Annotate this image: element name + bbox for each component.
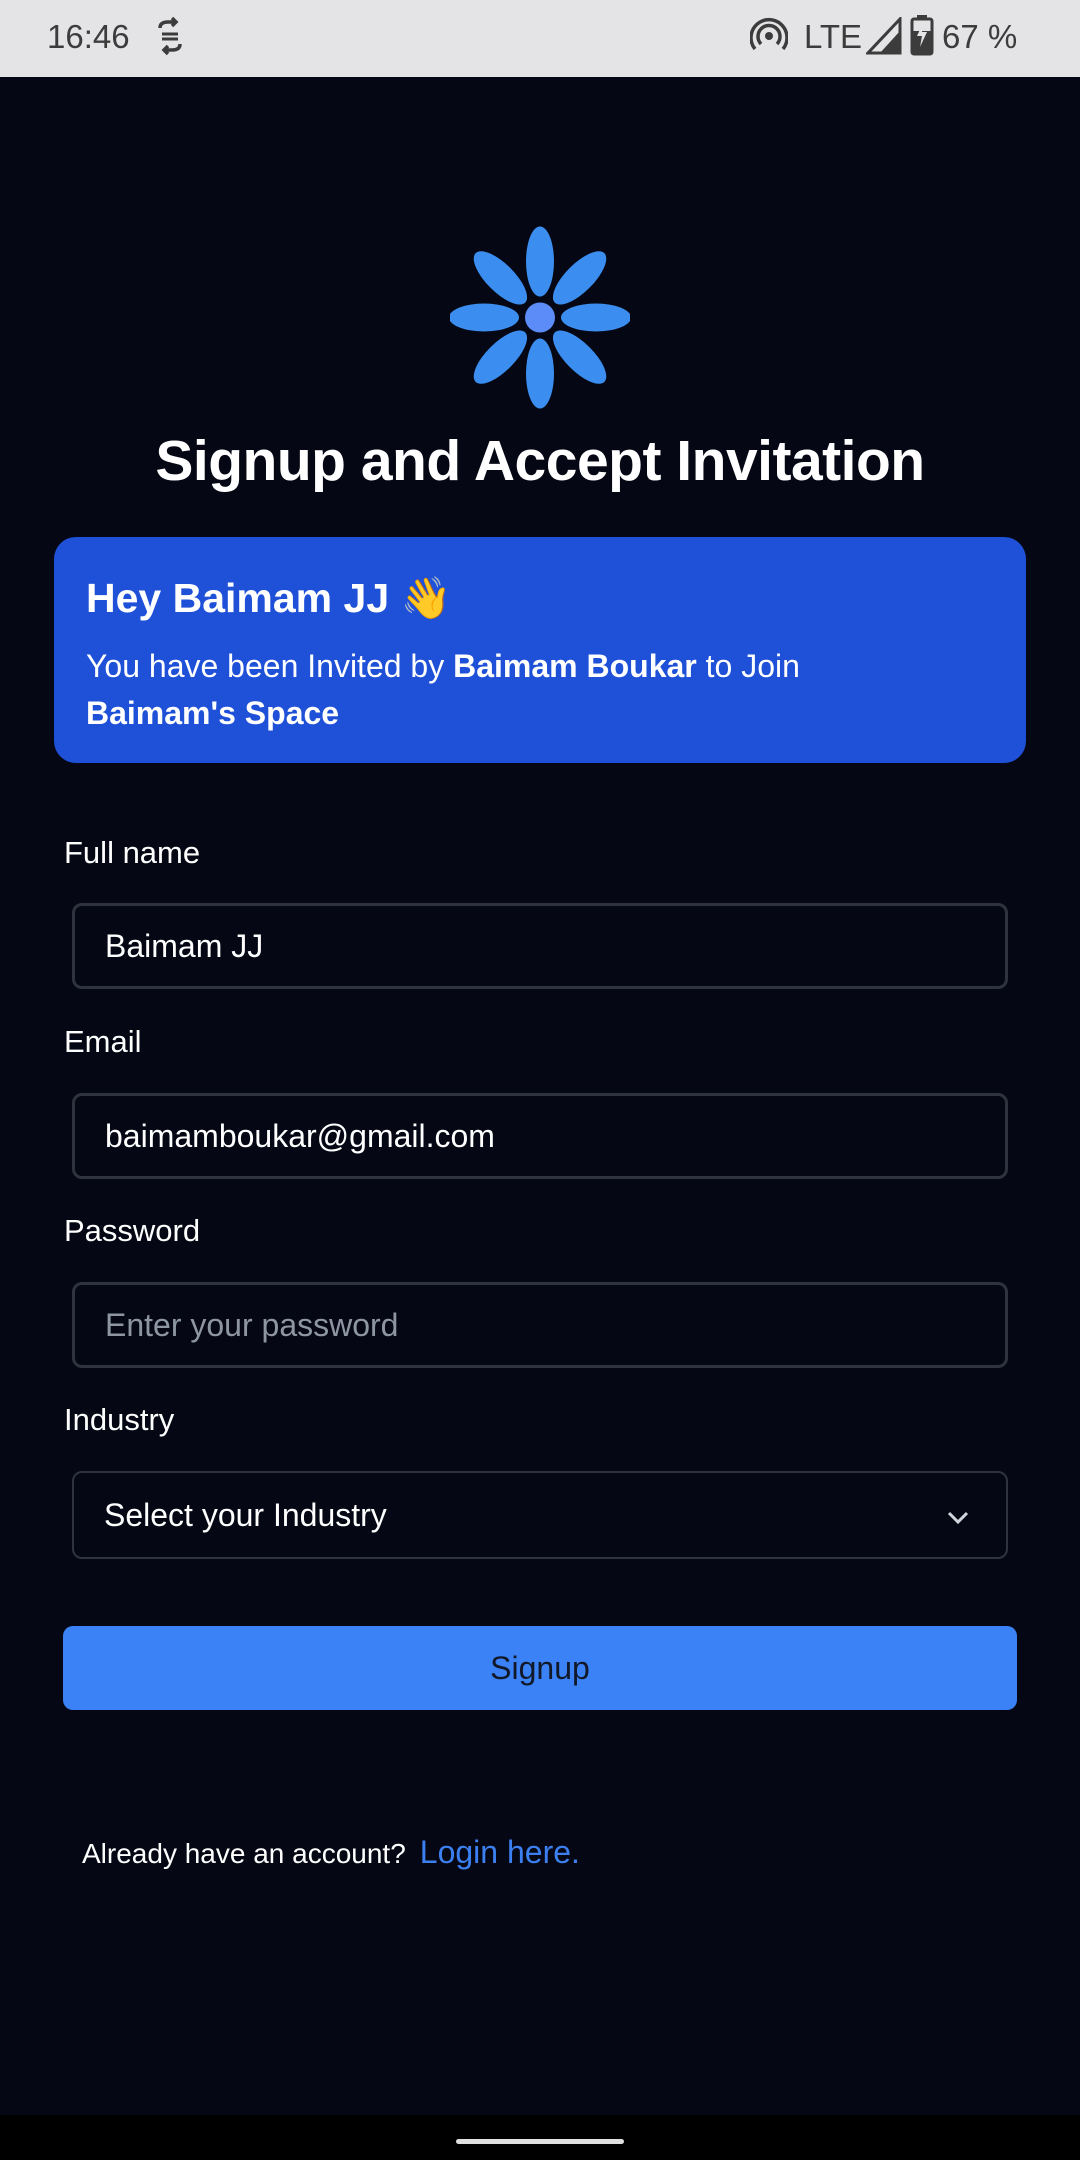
logo-flower-icon [450,226,630,409]
signup-button[interactable]: Signup [63,1626,1017,1710]
email-field[interactable]: baimamboukar@gmail.com [72,1093,1008,1179]
email-label: Email [64,1024,142,1059]
chevron-down-icon [947,1511,969,1525]
login-prompt-row: Already have an account? Login here. [82,1834,580,1871]
space-name: Baimam's Space [86,695,340,731]
signal-icon [866,17,902,55]
login-link[interactable]: Login here. [420,1834,580,1870]
status-time: 16:46 [47,18,130,55]
full-name-value: Baimam JJ [105,927,264,964]
industry-selected: Select your Industry [104,1496,387,1533]
status-bar: 16:46 LTE 67 % [0,0,1080,77]
battery-icon [910,15,934,56]
password-field[interactable]: Enter your password [72,1282,1008,1368]
invite-text-before: You have been Invited by [86,648,454,684]
login-prompt: Already have an account? [82,1838,406,1869]
invite-message: You have been Invited by Baimam Boukar t… [86,643,994,737]
inviter-name: Baimam Boukar [453,648,697,684]
industry-select[interactable]: Select your Industry [72,1471,1008,1559]
navigation-bar [0,2115,1080,2160]
home-gesture-handle[interactable] [456,2139,624,2144]
password-placeholder: Enter your password [105,1306,399,1343]
email-value: baimamboukar@gmail.com [105,1117,495,1154]
full-name-label: Full name [64,835,201,870]
invite-text-middle: to Join [696,648,800,684]
battery-percent: 67 % [942,18,1018,55]
full-name-field[interactable]: Baimam JJ [72,903,1008,989]
password-label: Password [64,1213,201,1248]
page-title: Signup and Accept Invitation [155,429,925,493]
sync-icon [158,16,182,56]
invite-greeting: Hey Baimam JJ 👋 [86,575,452,621]
network-type: LTE [804,18,863,55]
hotspot-icon [750,18,788,51]
industry-label: Industry [64,1402,175,1437]
invitation-card: Hey Baimam JJ 👋 You have been Invited by… [54,537,1026,763]
